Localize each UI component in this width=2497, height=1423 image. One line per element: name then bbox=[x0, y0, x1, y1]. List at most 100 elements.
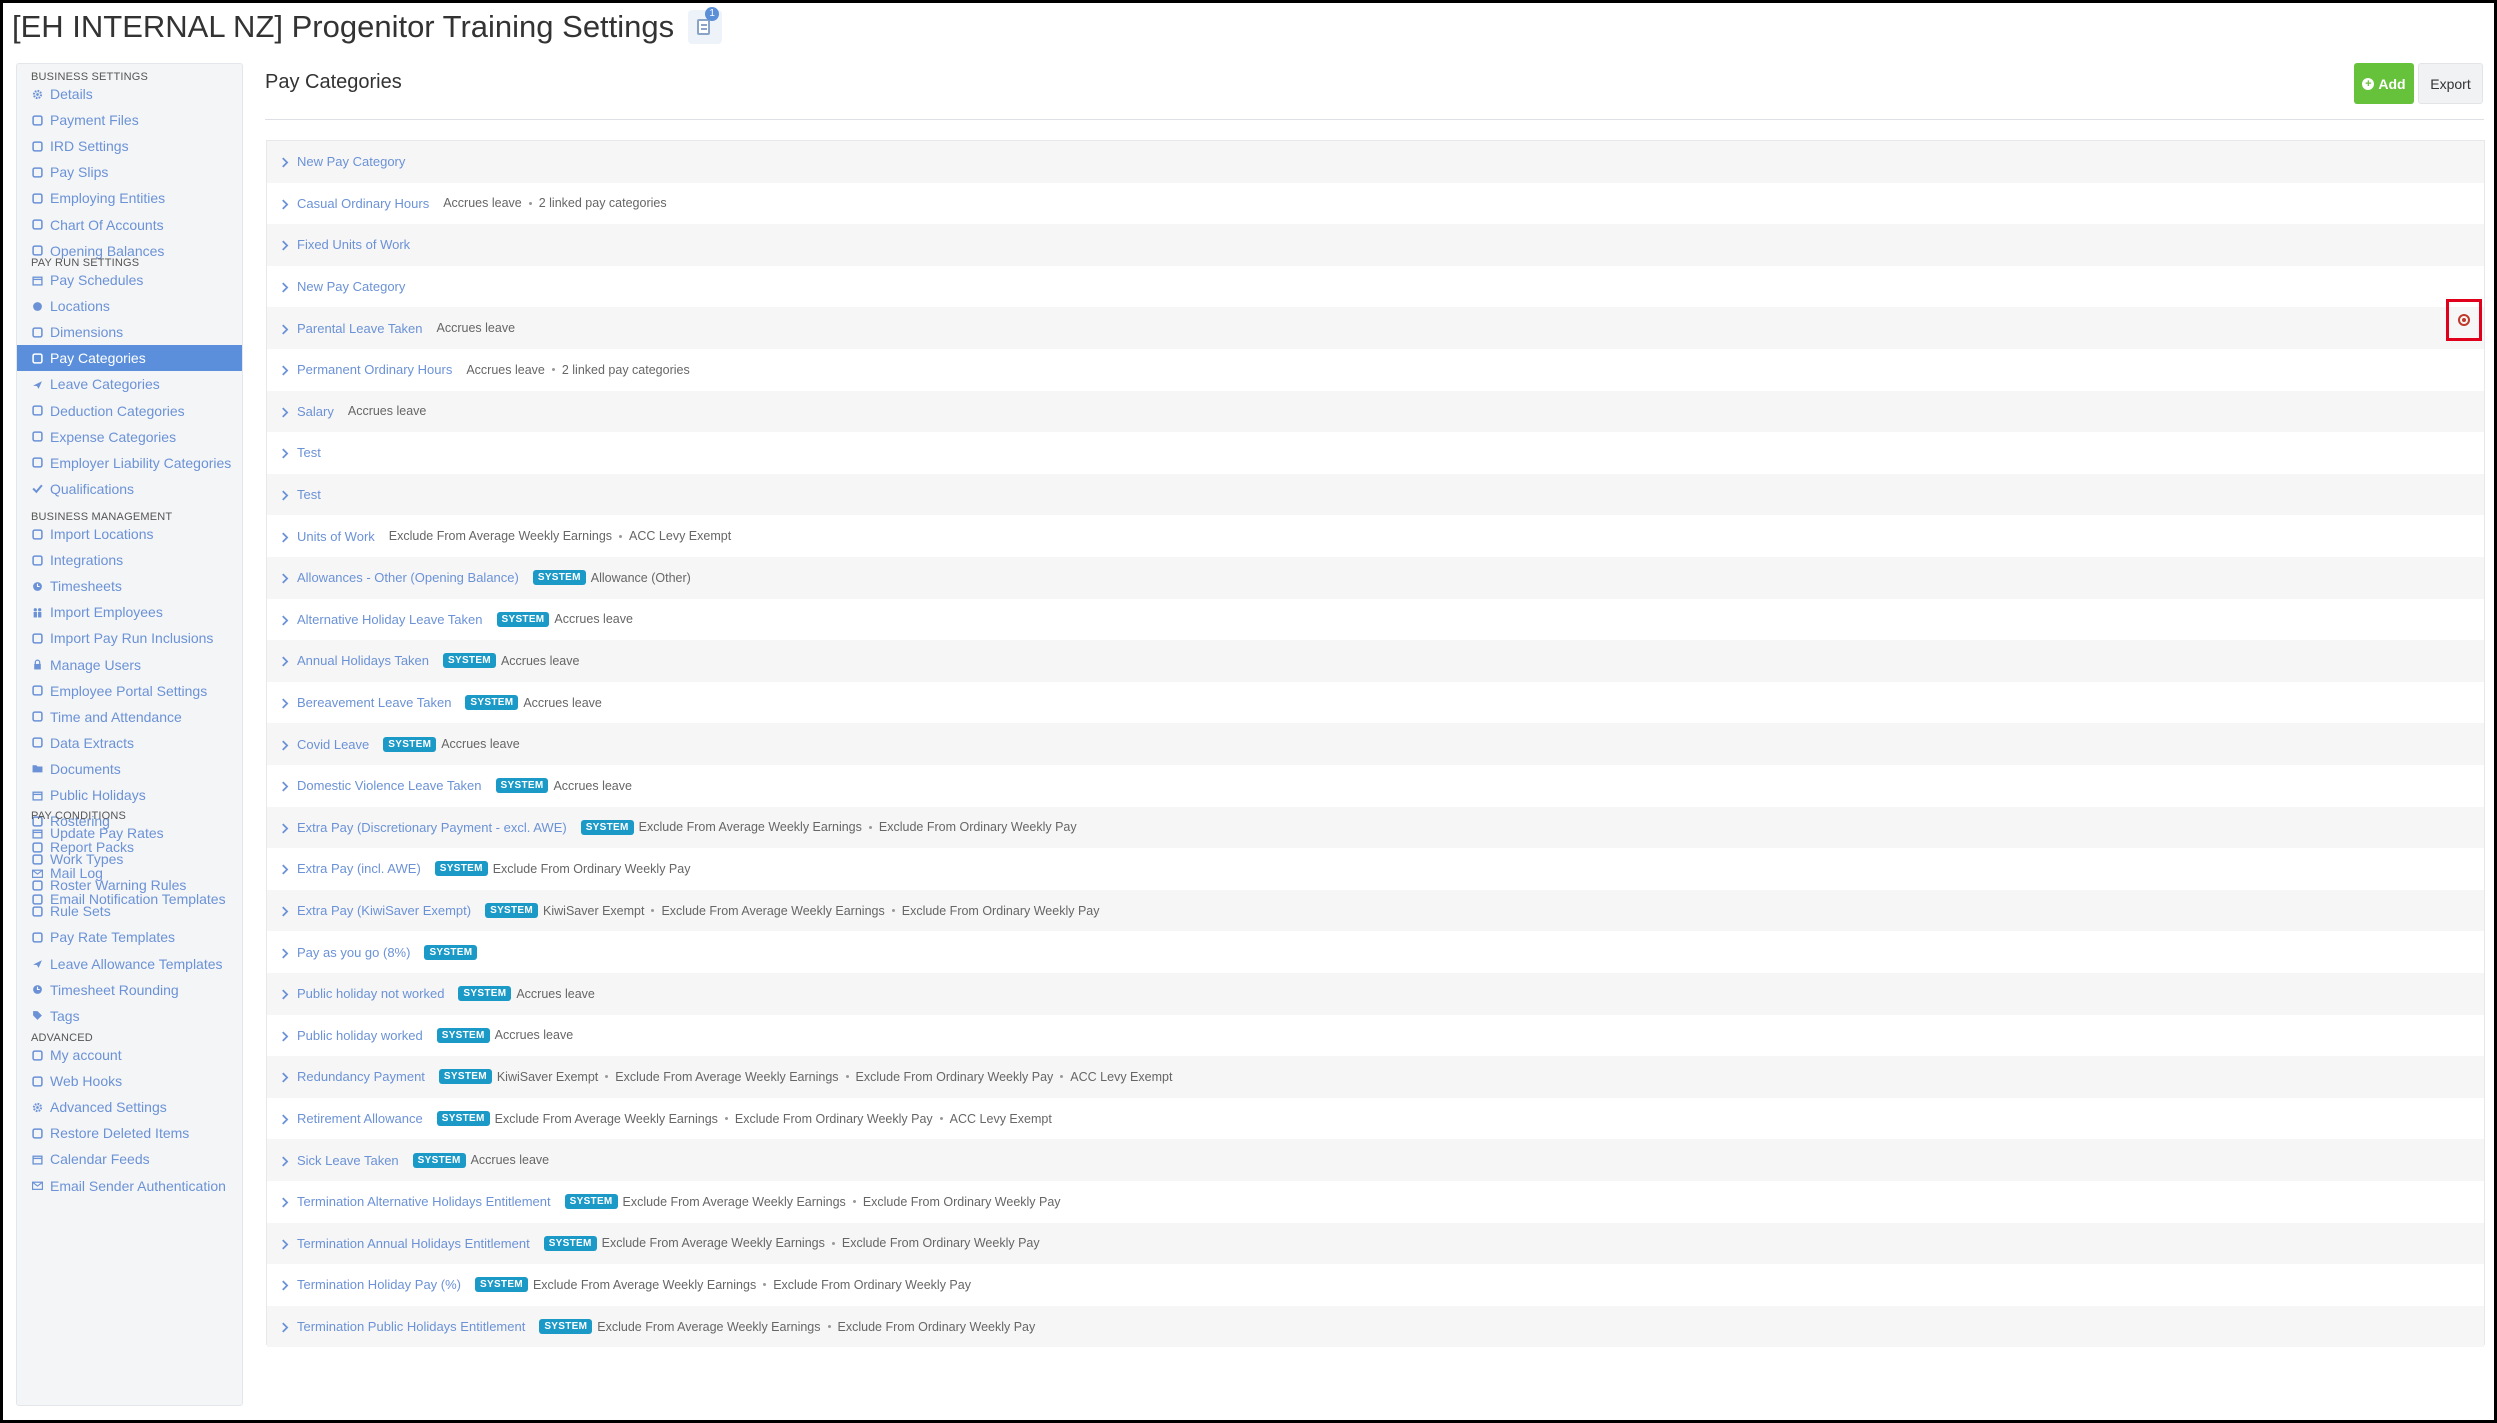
sidebar-item-tags[interactable]: Tags bbox=[17, 1003, 242, 1029]
sidebar-item-update-pay-rates[interactable]: Update Pay Rates bbox=[17, 820, 242, 846]
sidebar-item-deduction-categories[interactable]: Deduction Categories bbox=[17, 398, 242, 424]
sidebar-item-employing-entities[interactable]: Employing Entities bbox=[17, 185, 242, 211]
pay-category-name-link[interactable]: Casual Ordinary Hours bbox=[297, 196, 429, 211]
pay-category-name-link[interactable]: Annual Holidays Taken bbox=[297, 653, 429, 668]
chevron-right-icon[interactable] bbox=[281, 948, 290, 959]
pay-category-row[interactable]: Annual Holidays Taken SYSTEM Accrues leave bbox=[267, 640, 2484, 682]
sidebar-item-pay-categories[interactable]: Pay Categories bbox=[17, 345, 242, 372]
sidebar-item-import-pay-run-inclusions[interactable]: Import Pay Run Inclusions bbox=[17, 625, 242, 651]
chevron-right-icon[interactable] bbox=[281, 656, 290, 667]
pay-category-row[interactable]: Test bbox=[267, 432, 2484, 474]
sidebar-item-rule-sets[interactable]: Rule Sets bbox=[17, 898, 242, 924]
sidebar-item-roster-warning-rules[interactable]: Roster Warning Rules bbox=[17, 872, 242, 898]
sidebar-item-payment-files[interactable]: Payment Files bbox=[17, 107, 242, 133]
pay-category-row[interactable]: Public holiday worked SYSTEM Accrues leave bbox=[267, 1015, 2484, 1057]
pay-category-name-link[interactable]: New Pay Category bbox=[297, 279, 405, 294]
pay-category-name-link[interactable]: Pay as you go (8%) bbox=[297, 945, 410, 960]
pay-category-row[interactable]: Domestic Violence Leave Taken SYSTEM Accru… bbox=[267, 765, 2484, 807]
pay-category-row[interactable]: Bereavement Leave Taken SYSTEM Accrues lea… bbox=[267, 682, 2484, 724]
notification-button[interactable]: 1 bbox=[688, 7, 723, 44]
pay-category-name-link[interactable]: Salary bbox=[297, 404, 334, 419]
sidebar-item-work-types[interactable]: Work Types bbox=[17, 846, 242, 872]
chevron-right-icon[interactable] bbox=[281, 1114, 290, 1125]
pay-category-name-link[interactable]: Sick Leave Taken bbox=[297, 1153, 399, 1168]
chevron-right-icon[interactable] bbox=[281, 1072, 290, 1083]
chevron-right-icon[interactable] bbox=[281, 1280, 290, 1291]
pay-category-row[interactable]: Parental Leave Taken Accrues leave bbox=[267, 307, 2484, 349]
sidebar-item-dimensions[interactable]: Dimensions bbox=[17, 319, 242, 345]
sidebar-item-integrations[interactable]: Integrations bbox=[17, 547, 242, 573]
pay-category-name-link[interactable]: Covid Leave bbox=[297, 737, 369, 752]
add-button[interactable]: + Add bbox=[2354, 63, 2414, 104]
pay-category-row[interactable]: Permanent Ordinary Hours Accrues leave 2 l… bbox=[267, 349, 2484, 391]
sidebar-item-timesheet-rounding[interactable]: Timesheet Rounding bbox=[17, 977, 242, 1003]
pay-category-name-link[interactable]: Termination Holiday Pay (%) bbox=[297, 1277, 461, 1292]
pay-category-name-link[interactable]: Test bbox=[297, 487, 321, 502]
sidebar-item-time-and-attendance[interactable]: Time and Attendance bbox=[17, 704, 242, 730]
pay-category-row[interactable]: Salary Accrues leave bbox=[267, 390, 2484, 433]
pay-category-row[interactable]: Extra Pay (KiwiSaver Exempt) SYSTEM KiwiSa… bbox=[267, 889, 2484, 932]
sidebar-item-data-extracts[interactable]: Data Extracts bbox=[17, 730, 242, 756]
pay-category-row[interactable]: Extra Pay (incl. AWE) SYSTEM Exclude From … bbox=[267, 848, 2484, 890]
sidebar-item-leave-allowance-templates[interactable]: Leave Allowance Templates bbox=[17, 951, 242, 977]
chevron-right-icon[interactable] bbox=[281, 781, 290, 792]
sidebar-item-employee-portal-settings[interactable]: Employee Portal Settings bbox=[17, 678, 242, 704]
pay-category-row[interactable]: Covid Leave SYSTEM Accrues leave bbox=[267, 723, 2484, 765]
pay-category-name-link[interactable]: New Pay Category bbox=[297, 154, 405, 169]
chevron-right-icon[interactable] bbox=[281, 365, 290, 376]
sidebar-item-leave-categories[interactable]: Leave Categories bbox=[17, 371, 242, 397]
pay-category-name-link[interactable]: Bereavement Leave Taken bbox=[297, 695, 451, 710]
chevron-right-icon[interactable] bbox=[281, 157, 290, 168]
pay-category-row[interactable]: Sick Leave Taken SYSTEM Accrues leave bbox=[267, 1139, 2484, 1181]
pay-category-row[interactable]: Alternative Holiday Leave Taken SYSTEM Acc… bbox=[267, 599, 2484, 641]
sidebar-item-ird-settings[interactable]: IRD Settings bbox=[17, 133, 242, 159]
chevron-right-icon[interactable] bbox=[281, 199, 290, 210]
pay-category-name-link[interactable]: Allowances - Other (Opening Balance) bbox=[297, 570, 519, 585]
chevron-right-icon[interactable] bbox=[281, 490, 290, 501]
chevron-right-icon[interactable] bbox=[281, 698, 290, 709]
pay-category-name-link[interactable]: Extra Pay (Discretionary Payment - excl.… bbox=[297, 820, 567, 835]
chevron-right-icon[interactable] bbox=[281, 1322, 290, 1333]
pay-category-name-link[interactable]: Public holiday not worked bbox=[297, 986, 444, 1001]
sidebar-item-my-account[interactable]: My account bbox=[17, 1042, 242, 1068]
pay-category-name-link[interactable]: Extra Pay (incl. AWE) bbox=[297, 861, 421, 876]
pay-category-row[interactable]: Termination Alternative Holidays Entitle… bbox=[267, 1181, 2484, 1223]
chevron-right-icon[interactable] bbox=[281, 823, 290, 834]
pay-category-name-link[interactable]: Redundancy Payment bbox=[297, 1069, 425, 1084]
pay-category-row[interactable]: Pay as you go (8%) SYSTEM bbox=[267, 931, 2484, 973]
sidebar-item-import-locations[interactable]: Import Locations bbox=[17, 521, 242, 547]
pay-category-name-link[interactable]: Termination Alternative Holidays Entitle… bbox=[297, 1194, 551, 1209]
pay-category-row[interactable]: Allowances - Other (Opening Balance) SYST… bbox=[267, 557, 2484, 599]
chevron-right-icon[interactable] bbox=[281, 1031, 290, 1042]
chevron-right-icon[interactable] bbox=[281, 740, 290, 751]
highlighted-target[interactable] bbox=[2446, 299, 2482, 341]
pay-category-name-link[interactable]: Alternative Holiday Leave Taken bbox=[297, 612, 483, 627]
sidebar-item-details[interactable]: Details bbox=[17, 81, 242, 107]
chevron-right-icon[interactable] bbox=[281, 448, 290, 459]
pay-category-row[interactable]: Extra Pay (Discretionary Payment - excl.… bbox=[267, 806, 2484, 849]
sidebar-item-public-holidays[interactable]: Public Holidays bbox=[17, 782, 242, 808]
chevron-right-icon[interactable] bbox=[281, 532, 290, 543]
pay-category-name-link[interactable]: Domestic Violence Leave Taken bbox=[297, 778, 482, 793]
pay-category-row[interactable]: Fixed Units of Work bbox=[267, 224, 2484, 266]
chevron-right-icon[interactable] bbox=[281, 989, 290, 1000]
pay-category-name-link[interactable]: Fixed Units of Work bbox=[297, 237, 410, 252]
sidebar-item-web-hooks[interactable]: Web Hooks bbox=[17, 1068, 242, 1094]
sidebar-item-pay-rate-templates[interactable]: Pay Rate Templates bbox=[17, 924, 242, 950]
pay-category-row[interactable]: New Pay Category bbox=[267, 266, 2484, 308]
pay-category-name-link[interactable]: Termination Annual Holidays Entitlement bbox=[297, 1236, 530, 1251]
pay-category-row[interactable]: Units of Work Exclude From Average Weekly… bbox=[267, 515, 2484, 557]
chevron-right-icon[interactable] bbox=[281, 615, 290, 626]
sidebar-item-pay-schedules[interactable]: Pay Schedules bbox=[17, 267, 242, 293]
chevron-right-icon[interactable] bbox=[281, 864, 290, 875]
chevron-right-icon[interactable] bbox=[281, 240, 290, 251]
chevron-right-icon[interactable] bbox=[281, 1156, 290, 1167]
sidebar-item-expense-categories[interactable]: Expense Categories bbox=[17, 424, 242, 450]
chevron-right-icon[interactable] bbox=[281, 324, 290, 335]
chevron-right-icon[interactable] bbox=[281, 407, 290, 418]
sidebar-item-qualifications[interactable]: Qualifications bbox=[17, 476, 242, 502]
chevron-right-icon[interactable] bbox=[281, 906, 290, 917]
pay-category-name-link[interactable]: Public holiday worked bbox=[297, 1028, 423, 1043]
pay-category-name-link[interactable]: Test bbox=[297, 445, 321, 460]
sidebar-item-documents[interactable]: Documents bbox=[17, 756, 242, 782]
